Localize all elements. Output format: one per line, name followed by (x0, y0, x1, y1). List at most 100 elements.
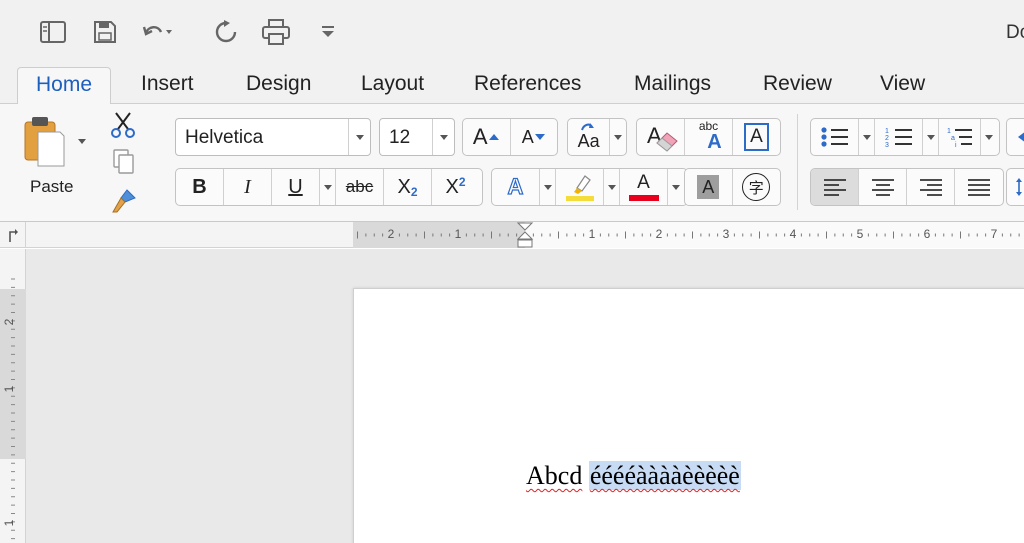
tab-design[interactable]: Design (246, 72, 311, 96)
underline-dropdown-arrow[interactable] (320, 169, 336, 205)
shading-group: A 字 (684, 168, 781, 206)
change-case-group: Aa (567, 118, 627, 156)
svg-text:a: a (951, 135, 955, 142)
horizontal-ruler[interactable]: 2 1 1 2 3 4 5 6 7 (0, 222, 1024, 248)
case-arrow-icon (581, 123, 594, 131)
format-painter-icon[interactable] (109, 188, 137, 214)
paste-icon (24, 117, 65, 167)
redo-icon[interactable] (212, 18, 240, 46)
tab-home[interactable]: Home (17, 67, 112, 105)
font-color-swatch (628, 195, 659, 201)
character-border-button[interactable]: A (733, 119, 780, 155)
font-size-dropdown-arrow[interactable] (432, 119, 454, 155)
subscript-button[interactable]: X2 (384, 169, 432, 205)
first-line-indent-marker[interactable] (516, 222, 534, 248)
font-color-dropdown-arrow[interactable] (668, 169, 684, 205)
enclose-characters-button[interactable]: 字 (733, 169, 781, 205)
tab-insert[interactable]: Insert (141, 72, 194, 96)
font-color-group: A A (491, 168, 688, 206)
grow-font-button[interactable]: A (463, 119, 511, 155)
justify-button[interactable] (955, 169, 1003, 205)
phonetic-guide-button[interactable]: abc A (685, 119, 733, 155)
character-shading-button[interactable]: A (685, 169, 733, 205)
cut-icon[interactable] (110, 111, 136, 139)
numbering-dropdown-arrow[interactable] (923, 119, 939, 155)
text-word[interactable]: Abcd (526, 461, 582, 490)
customize-icon[interactable] (314, 18, 342, 46)
alignment-group (810, 168, 1004, 206)
font-style-group: B I U abc X2 X2 (175, 168, 483, 206)
align-center-button[interactable] (859, 169, 907, 205)
italic-button[interactable]: I (224, 169, 272, 205)
font-size-value: 12 (389, 127, 411, 148)
bullets-dropdown-arrow[interactable] (859, 119, 875, 155)
ruler-number: 1 (2, 519, 16, 526)
quick-access-toolbar: Do (0, 0, 1024, 64)
tab-review[interactable]: Review (763, 72, 832, 96)
italic-label: I (244, 175, 251, 198)
print-icon[interactable] (262, 18, 290, 46)
highlight-button[interactable] (556, 169, 604, 205)
multilevel-list-button[interactable]: 1ai (939, 119, 981, 155)
align-right-button[interactable] (907, 169, 955, 205)
line-spacing-button[interactable] (1006, 168, 1024, 206)
font-color-button[interactable]: A (620, 169, 668, 205)
tab-view[interactable]: View (880, 72, 925, 96)
bold-button[interactable]: B (176, 169, 224, 205)
svg-text:i: i (955, 142, 957, 149)
clear-formatting-button[interactable]: A (637, 119, 685, 155)
bullets-button[interactable] (811, 119, 859, 155)
ruler-ticks: 2 1 1 2 3 4 5 6 7 (357, 227, 1020, 241)
change-case-button[interactable]: Aa (568, 119, 611, 155)
align-left-button[interactable] (811, 169, 859, 205)
align-left-icon (823, 179, 846, 196)
font-size-combobox[interactable]: 12 (379, 118, 455, 156)
text-effects-dropdown-arrow[interactable] (540, 169, 556, 205)
decrease-indent-button[interactable] (1006, 118, 1024, 156)
decrease-indent-cell (1007, 119, 1024, 155)
bold-label: B (192, 175, 207, 198)
vertical-ruler[interactable]: 2 1 1 (0, 249, 26, 543)
copy-icon[interactable] (111, 149, 135, 175)
phonetic-guide-bottom: A (707, 131, 722, 153)
line-spacing-cell (1007, 169, 1024, 205)
underline-label: U (288, 175, 303, 198)
tab-mailings[interactable]: Mailings (634, 72, 711, 96)
multilevel-list-dropdown-arrow[interactable] (981, 119, 997, 155)
change-case-dropdown-arrow[interactable] (610, 119, 626, 155)
ribbon-tabs: Home Insert Design Layout References Mai… (0, 64, 1024, 105)
font-color-label: A (637, 172, 650, 193)
paste-button[interactable] (22, 114, 74, 172)
ruler-number: 2 (656, 227, 663, 241)
text-effects-button[interactable]: A (492, 169, 540, 205)
font-name-combobox[interactable]: Helvetica (175, 118, 371, 156)
sidebar-icon[interactable] (39, 18, 67, 46)
svg-text:1: 1 (885, 128, 889, 135)
bullets-icon (820, 127, 848, 147)
numbering-button[interactable]: 123 (875, 119, 923, 155)
vertical-ruler-ticks: 2 1 1 (2, 278, 16, 540)
tab-layout[interactable]: Layout (361, 72, 424, 96)
superscript-button[interactable]: X2 (432, 169, 479, 205)
strikethrough-button[interactable]: abc (336, 169, 384, 205)
tab-references[interactable]: References (474, 72, 581, 96)
underline-button[interactable]: U (272, 169, 320, 205)
ruler-number: 1 (2, 385, 16, 392)
document-title: Do (1006, 22, 1024, 43)
font-name-dropdown-arrow[interactable] (348, 119, 370, 155)
decrease-indent-icon (1017, 132, 1024, 142)
selected-text[interactable]: ééééààààèèèèè (588, 461, 741, 490)
highlight-dropdown-arrow[interactable] (604, 169, 620, 205)
ruler-number: 5 (857, 227, 864, 241)
paste-options-arrow[interactable] (78, 139, 86, 144)
font-name-value: Helvetica (185, 127, 264, 148)
document-text[interactable]: Abcd ééééààààèèèèè (526, 461, 741, 491)
justify-icon (968, 179, 990, 196)
ruler-number: 1 (455, 227, 462, 241)
shrink-font-button[interactable]: A (511, 119, 558, 155)
subscript-label: X (397, 175, 411, 198)
document-page[interactable]: Abcd ééééààààèèèèè (353, 288, 1024, 543)
save-icon[interactable] (91, 18, 119, 46)
text-effects-label: A (507, 173, 524, 199)
undo-icon[interactable] (141, 18, 173, 46)
